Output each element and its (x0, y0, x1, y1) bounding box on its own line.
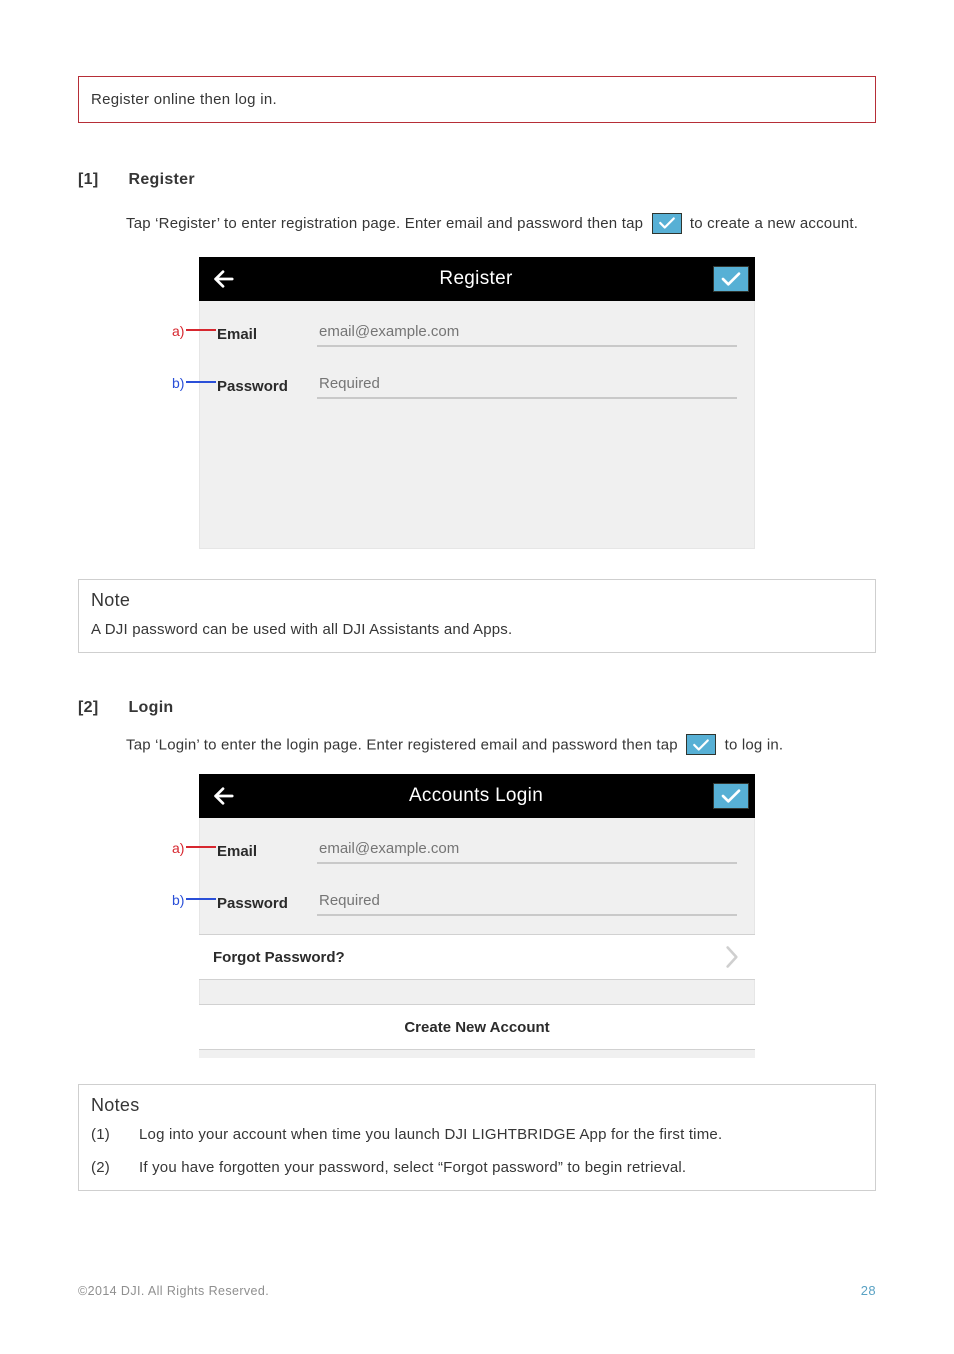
password-field[interactable] (317, 373, 737, 399)
notes-item-num: (2) (91, 1159, 111, 1176)
footer-copyright: ©2014 DJI. All Rights Reserved. (78, 1284, 269, 1298)
section-2-body: Tap ‘Login’ to enter the login page. Ent… (126, 735, 876, 756)
note-title: Note (91, 590, 863, 611)
email-row: Email (217, 838, 737, 864)
email-field[interactable] (317, 321, 737, 347)
login-title: Accounts Login (409, 785, 543, 807)
section-2-title: Login (128, 699, 173, 717)
password-label: Password (217, 378, 295, 399)
annotation-b: b) (172, 375, 216, 391)
register-header: Register (199, 257, 755, 301)
check-icon (686, 734, 716, 755)
password-row: Password (217, 373, 737, 399)
section-1-body: Tap ‘Register’ to enter registration pag… (126, 207, 876, 241)
annotation-a: a) (172, 323, 216, 339)
section-1-body-after: to create a new account. (690, 215, 858, 232)
section-1-heading: [1] Register (78, 171, 876, 189)
email-label: Email (217, 326, 295, 347)
login-screenshot: a) b) Accounts Login Email Pa (199, 774, 755, 1058)
notes-item-1: (1) Log into your account when time you … (91, 1126, 863, 1143)
section-1-title: Register (128, 171, 194, 189)
email-field[interactable] (317, 838, 737, 864)
page-footer: ©2014 DJI. All Rights Reserved. 28 (78, 1283, 876, 1298)
section-2-body-before: Tap ‘Login’ to enter the login page. Ent… (126, 736, 678, 753)
confirm-button[interactable] (713, 266, 749, 292)
back-icon[interactable] (207, 263, 239, 295)
password-row: Password (217, 890, 737, 916)
notes-title: Notes (91, 1095, 863, 1116)
confirm-button[interactable] (713, 783, 749, 809)
footer-page-number: 28 (861, 1283, 876, 1298)
section-2-heading: [2] Login (78, 699, 876, 717)
intro-box: Register online then log in. (78, 76, 876, 123)
intro-text: Register online then log in. (91, 91, 277, 108)
register-screenshot: a) b) Register Email Password (199, 257, 755, 549)
section-1-num: [1] (78, 171, 98, 189)
notes-item-2: (2) If you have forgotten your password,… (91, 1159, 863, 1176)
password-field[interactable] (317, 890, 737, 916)
notes-box: Notes (1) Log into your account when tim… (78, 1084, 876, 1191)
check-icon (652, 213, 682, 234)
notes-item-text: Log into your account when time you laun… (139, 1126, 722, 1143)
section-2-body-after: to log in. (725, 736, 784, 753)
notes-item-text: If you have forgotten your password, sel… (139, 1159, 686, 1176)
forgot-password-label: Forgot Password? (213, 949, 345, 966)
annotation-a: a) (172, 840, 216, 856)
login-header: Accounts Login (199, 774, 755, 818)
email-label: Email (217, 843, 295, 864)
password-label: Password (217, 895, 295, 916)
forgot-password-row[interactable]: Forgot Password? (199, 934, 755, 980)
create-account-label: Create New Account (404, 1019, 549, 1036)
register-title: Register (439, 268, 512, 290)
annotation-b: b) (172, 892, 216, 908)
note-box: Note A DJI password can be used with all… (78, 579, 876, 653)
back-icon[interactable] (207, 780, 239, 812)
create-account-button[interactable]: Create New Account (199, 1004, 755, 1050)
section-1-body-before: Tap ‘Register’ to enter registration pag… (126, 215, 643, 232)
chevron-right-icon (723, 944, 741, 970)
section-2-num: [2] (78, 699, 98, 717)
note-body: A DJI password can be used with all DJI … (91, 621, 863, 638)
notes-item-num: (1) (91, 1126, 111, 1143)
email-row: Email (217, 321, 737, 347)
